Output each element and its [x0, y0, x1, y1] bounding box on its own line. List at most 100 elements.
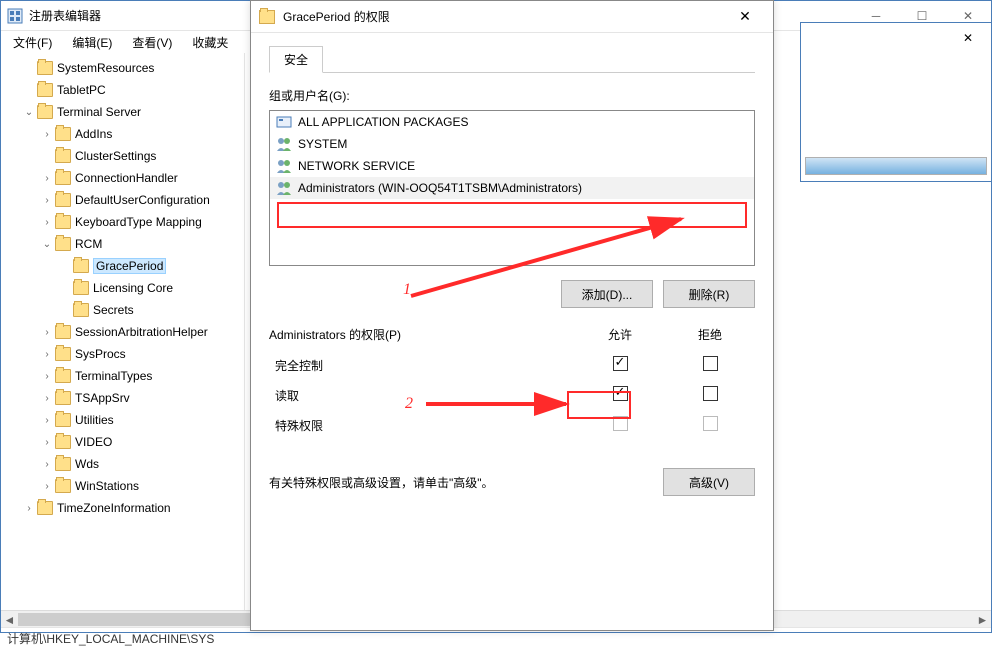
tree-item-label: Terminal Server [57, 105, 141, 119]
folder-icon [55, 413, 71, 427]
expand-icon[interactable]: › [41, 349, 53, 360]
groups-label: 组或用户名(G): [269, 87, 755, 104]
tree-item[interactable]: GracePeriod [1, 255, 244, 277]
tree-item[interactable]: › Wds [1, 453, 244, 475]
folder-icon [37, 83, 53, 97]
deny-checkbox[interactable] [703, 356, 718, 371]
folder-icon [55, 369, 71, 383]
permissions-dialog: GracePeriod 的权限 ✕ 安全 组或用户名(G): ALL APPLI… [250, 0, 774, 631]
allow-checkbox[interactable] [613, 356, 628, 371]
tree-item[interactable]: ›DefaultUserConfiguration [1, 189, 244, 211]
expand-icon[interactable]: › [41, 327, 53, 338]
tree-item[interactable]: › SysProcs [1, 343, 244, 365]
expand-icon[interactable]: › [41, 129, 53, 140]
tree-item[interactable]: SystemResources [1, 57, 244, 79]
menu-view[interactable]: 查看(V) [124, 32, 180, 53]
tree-item-label: KeyboardType Mapping [75, 215, 202, 229]
expand-icon[interactable]: › [41, 217, 53, 228]
folder-icon [55, 391, 71, 405]
folder-icon [73, 259, 89, 273]
expand-icon[interactable]: › [41, 195, 53, 206]
folder-icon [55, 347, 71, 361]
permission-row: 特殊权限 [269, 410, 755, 440]
tree-item-label: SystemResources [57, 61, 154, 75]
tab-security[interactable]: 安全 [269, 46, 323, 73]
tree-item[interactable]: Licensing Core [1, 277, 244, 299]
group-name: NETWORK SERVICE [298, 159, 415, 173]
folder-icon [55, 193, 71, 207]
background-window: ✕ [800, 22, 992, 182]
advanced-text: 有关特殊权限或高级设置，请单击"高级"。 [269, 474, 663, 491]
tree-item[interactable]: › WinStations [1, 475, 244, 497]
scroll-right-arrow[interactable]: ► [974, 611, 991, 628]
bgwin-close-button[interactable]: ✕ [945, 23, 991, 53]
menu-edit[interactable]: 编辑(E) [64, 32, 120, 53]
expand-icon[interactable]: ⌄ [23, 107, 35, 118]
tree-item-label: Licensing Core [93, 281, 173, 295]
tree-item-label: RCM [75, 237, 102, 251]
expand-icon[interactable]: › [41, 459, 53, 470]
permission-name: 读取 [269, 387, 575, 404]
folder-icon [37, 105, 53, 119]
group-item[interactable]: SYSTEM [270, 133, 754, 155]
registry-tree[interactable]: SystemResources TabletPC ⌄ Terminal Server ›… [1, 53, 245, 610]
regedit-icon [7, 8, 23, 24]
menu-file[interactable]: 文件(F) [5, 32, 60, 53]
folder-icon [55, 435, 71, 449]
advanced-button[interactable]: 高级(V) [663, 468, 755, 496]
tree-item-label: WinStations [75, 479, 139, 493]
tree-item[interactable]: ›Utilities [1, 409, 244, 431]
expand-icon[interactable]: › [41, 437, 53, 448]
group-item[interactable]: NETWORK SERVICE [270, 155, 754, 177]
users-icon [276, 136, 292, 152]
expand-icon[interactable]: › [41, 371, 53, 382]
permission-row: 完全控制 [269, 350, 755, 380]
folder-icon [259, 10, 275, 24]
tree-item[interactable]: ›AddIns [1, 123, 244, 145]
group-name: Administrators (WIN-OOQ54T1TSBM\Administ… [298, 181, 582, 195]
tree-item-label: Wds [75, 457, 99, 471]
tree-item[interactable]: ⌄ Terminal Server [1, 101, 244, 123]
tree-item[interactable]: ⌄ RCM [1, 233, 244, 255]
column-deny: 拒绝 [665, 326, 755, 343]
add-button[interactable]: 添加(D)... [561, 280, 653, 308]
tree-item-label: SysProcs [75, 347, 126, 361]
scroll-left-arrow[interactable]: ◄ [1, 611, 18, 628]
expand-icon[interactable]: ⌄ [41, 239, 53, 250]
dialog-close-button[interactable]: ✕ [725, 3, 765, 31]
folder-icon [37, 501, 53, 515]
tree-item-label: ClusterSettings [75, 149, 156, 163]
tree-item[interactable]: TabletPC [1, 79, 244, 101]
tree-item[interactable]: › TimeZoneInformation [1, 497, 244, 519]
expand-icon[interactable]: › [41, 173, 53, 184]
tree-item[interactable]: ›TerminalTypes [1, 365, 244, 387]
folder-icon [37, 61, 53, 75]
group-item[interactable]: Administrators (WIN-OOQ54T1TSBM\Administ… [270, 177, 754, 199]
deny-checkbox[interactable] [703, 386, 718, 401]
remove-button[interactable]: 删除(R) [663, 280, 755, 308]
menu-favorites[interactable]: 收藏夹 [184, 32, 236, 53]
group-name: ALL APPLICATION PACKAGES [298, 115, 469, 129]
allow-checkbox[interactable] [613, 386, 628, 401]
tree-item-label: TimeZoneInformation [57, 501, 171, 515]
folder-icon [55, 127, 71, 141]
folder-icon [73, 281, 89, 295]
groups-listbox[interactable]: ALL APPLICATION PACKAGES SYSTEM NETWORK SE… [269, 110, 755, 266]
tree-item[interactable]: › ConnectionHandler [1, 167, 244, 189]
tree-item-label: VIDEO [75, 435, 112, 449]
tree-item-label: SessionArbitrationHelper [75, 325, 208, 339]
expand-icon[interactable]: › [41, 393, 53, 404]
tree-item[interactable]: › VIDEO [1, 431, 244, 453]
group-item[interactable]: ALL APPLICATION PACKAGES [270, 111, 754, 133]
permission-name: 特殊权限 [269, 417, 575, 434]
tree-item[interactable]: › SessionArbitrationHelper [1, 321, 244, 343]
tree-item-label: ConnectionHandler [75, 171, 178, 185]
tree-item[interactable]: › KeyboardType Mapping [1, 211, 244, 233]
tree-item[interactable]: ›TSAppSrv [1, 387, 244, 409]
tree-item[interactable]: ClusterSettings [1, 145, 244, 167]
expand-icon[interactable]: › [23, 503, 35, 514]
expand-icon[interactable]: › [41, 481, 53, 492]
tree-item[interactable]: Secrets [1, 299, 244, 321]
dialog-titlebar: GracePeriod 的权限 ✕ [251, 1, 773, 33]
expand-icon[interactable]: › [41, 415, 53, 426]
